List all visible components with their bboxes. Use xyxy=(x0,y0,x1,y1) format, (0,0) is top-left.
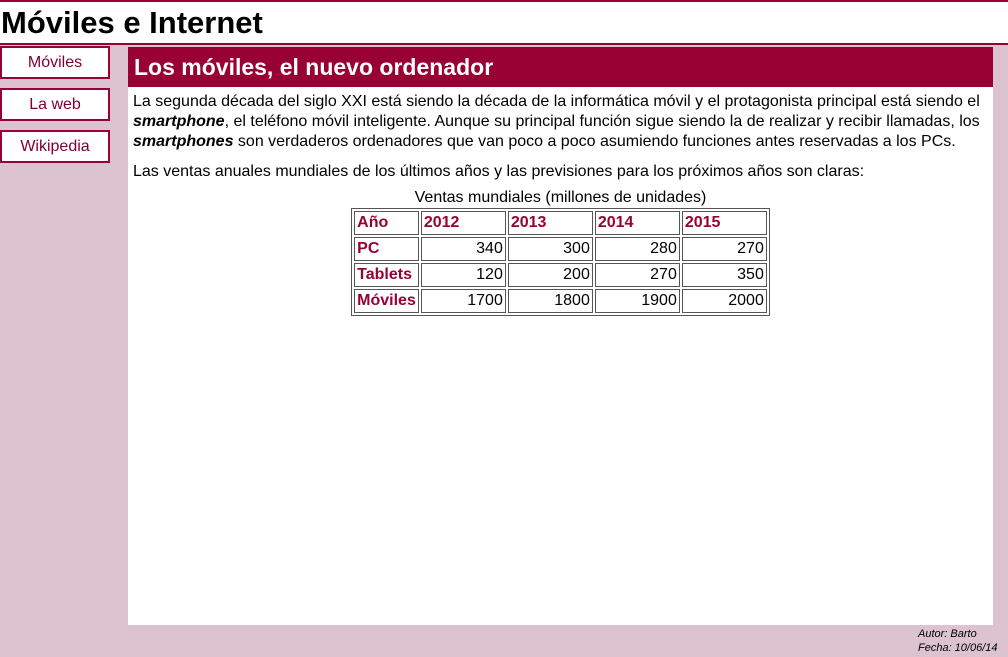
footer-date: Fecha: 10/06/14 xyxy=(918,642,998,654)
table-cell: 1800 xyxy=(507,289,593,313)
row-label-tablets: Tablets xyxy=(354,263,419,287)
table-row-tablets: Tablets 120 200 270 350 xyxy=(354,263,767,287)
term-smartphones: smartphones xyxy=(133,133,234,150)
table-header-row: Año 2012 2013 2014 2015 xyxy=(354,211,767,235)
header-cell-2013: 2013 xyxy=(507,211,593,235)
header-cell-2015: 2015 xyxy=(681,211,767,235)
article-heading: Los móviles, el nuevo ordenador xyxy=(128,47,993,87)
intro-paragraph: La segunda década del siglo XXI está sie… xyxy=(133,92,988,152)
table-cell: 200 xyxy=(507,263,593,287)
row-label-pc: PC xyxy=(354,237,419,261)
nav-item-moviles[interactable]: Móviles xyxy=(0,46,110,79)
intro-text-2: , el teléfono móvil inteligente. Aunque … xyxy=(224,113,980,130)
row-label-moviles: Móviles xyxy=(354,289,419,313)
footer-author: Autor: Barto xyxy=(918,628,977,640)
site-title: Móviles e Internet xyxy=(1,5,263,40)
table-row-pc: PC 340 300 280 270 xyxy=(354,237,767,261)
table-cell: 300 xyxy=(507,237,593,261)
table-cell: 2000 xyxy=(681,289,767,313)
table-cell: 1700 xyxy=(420,289,506,313)
main-content: Los móviles, el nuevo ordenador La segun… xyxy=(128,47,993,625)
page-footer: Autor: Barto Fecha: 10/06/14 xyxy=(918,627,1008,655)
table-cell: 340 xyxy=(420,237,506,261)
table-cell: 1900 xyxy=(594,289,680,313)
nav-item-wikipedia[interactable]: Wikipedia xyxy=(0,130,110,163)
table-cell: 350 xyxy=(681,263,767,287)
header-cell-2012: 2012 xyxy=(420,211,506,235)
table-cell: 270 xyxy=(594,263,680,287)
site-header: Móviles e Internet xyxy=(0,0,1008,45)
intro-text-1: La segunda década del siglo XXI está sie… xyxy=(133,93,980,110)
intro-text-3: son verdaderos ordenadores que van poco … xyxy=(233,133,956,150)
term-smartphone: smartphone xyxy=(133,113,225,130)
header-cell-year-label: Año xyxy=(354,211,419,235)
table-cell: 280 xyxy=(594,237,680,261)
table-cell: 270 xyxy=(681,237,767,261)
sales-paragraph: Las ventas anuales mundiales de los últi… xyxy=(133,163,865,180)
nav-item-la-web[interactable]: La web xyxy=(0,88,110,121)
table-row-moviles: Móviles 1700 1800 1900 2000 xyxy=(354,289,767,313)
header-cell-2014: 2014 xyxy=(594,211,680,235)
sidebar-nav: Móviles La web Wikipedia xyxy=(0,46,110,172)
table-caption: Ventas mundiales (millones de unidades) xyxy=(414,189,707,206)
table-cell: 120 xyxy=(420,263,506,287)
sales-table: Año 2012 2013 2014 2015 PC 340 300 280 2… xyxy=(351,208,770,316)
